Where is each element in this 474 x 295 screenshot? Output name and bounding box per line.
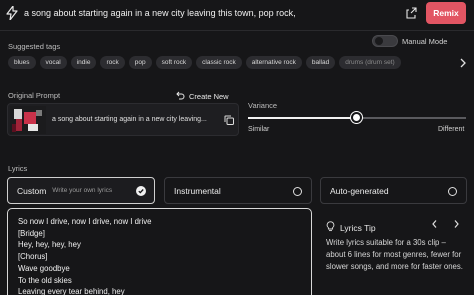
tag-chip[interactable]: vocal (39, 56, 67, 69)
lyrics-label: Lyrics (8, 164, 28, 173)
lyrics-tip-body: Write lyrics suitable for a 30s clip – a… (326, 238, 463, 271)
lyrics-tip-header: Lyrics Tip (326, 221, 376, 234)
tag-chip[interactable]: soft rock (155, 56, 193, 69)
variance-label: Variance (248, 101, 278, 110)
tag-chip[interactable]: indie (70, 56, 97, 69)
prompt-input[interactable]: a song about starting again in a new cit… (24, 8, 296, 18)
tag-chip[interactable]: pop (128, 56, 152, 69)
different-label: Different (438, 126, 465, 133)
suggested-tags-label: Suggested tags (8, 42, 61, 51)
variance-slider-thumb[interactable] (351, 112, 362, 123)
radio-icon (293, 187, 302, 196)
original-prompt-label: Original Prompt (8, 91, 61, 100)
divider (0, 30, 474, 31)
chevron-right-icon[interactable] (459, 57, 469, 69)
tag-chip[interactable]: ballad (305, 56, 336, 69)
remix-button[interactable]: Remix (426, 2, 466, 24)
lyric-line: [Bridge] (18, 228, 45, 238)
tag-chip[interactable]: classic rock (196, 56, 242, 69)
tag-chip[interactable]: rock (100, 56, 125, 69)
lyric-line: [Chorus] (18, 252, 48, 262)
lyric-line: Leaving every tear behind, hey (18, 287, 125, 295)
lyric-line: To the old skies (18, 275, 72, 285)
undo-icon (176, 91, 185, 102)
tags-row: blues vocal indie rock pop soft rock cla… (8, 56, 460, 70)
original-prompt-text: a song about starting again in a new cit… (52, 116, 207, 123)
lyrics-tip-title: Lyrics Tip (340, 222, 376, 233)
bolt-icon (6, 5, 18, 21)
original-prompt-card[interactable]: a song about starting again in a new cit… (7, 103, 239, 136)
tip-pagination (431, 219, 460, 231)
chevron-right-icon[interactable] (453, 219, 460, 231)
lyric-line: So now I drive, now I drive, now I drive (18, 217, 152, 226)
auto-generated-option-label: Auto-generated (330, 185, 389, 196)
check-circle-icon (136, 186, 146, 196)
radio-icon (448, 187, 457, 196)
auto-generated-option[interactable]: Auto-generated (320, 177, 467, 204)
toggle-knob (375, 37, 383, 45)
instrumental-option[interactable]: Instrumental (164, 177, 312, 204)
share-icon[interactable] (403, 5, 419, 21)
tag-chip[interactable]: blues (8, 56, 36, 69)
lightbulb-icon (326, 221, 335, 234)
lyric-line: Wave goodbye (18, 263, 70, 273)
manual-mode-label: Manual Mode (402, 37, 448, 46)
album-thumbnail (10, 106, 46, 134)
tag-chip[interactable]: alternative rock (245, 56, 302, 69)
instrumental-option-label: Instrumental (174, 185, 221, 196)
lyrics-textarea[interactable]: So now I drive, now I drive, now I drive… (7, 208, 312, 295)
custom-option[interactable]: Custom Write your own lyrics (7, 177, 155, 204)
similar-label: Similar (248, 126, 270, 133)
manual-mode-toggle[interactable] (372, 35, 398, 47)
variance-slider-fill (248, 117, 357, 119)
custom-option-hint: Write your own lyrics (52, 187, 113, 194)
copy-icon[interactable] (224, 115, 234, 125)
variance-slider[interactable] (248, 112, 466, 123)
custom-option-label: Custom (17, 185, 47, 196)
chevron-left-icon[interactable] (431, 219, 438, 231)
create-new-label: Create New (189, 92, 229, 101)
tag-chip[interactable]: drums (drum set) (339, 56, 401, 69)
create-new-button[interactable]: Create New (176, 91, 229, 102)
lyric-line: Hey, hey, hey, hey (18, 240, 81, 250)
